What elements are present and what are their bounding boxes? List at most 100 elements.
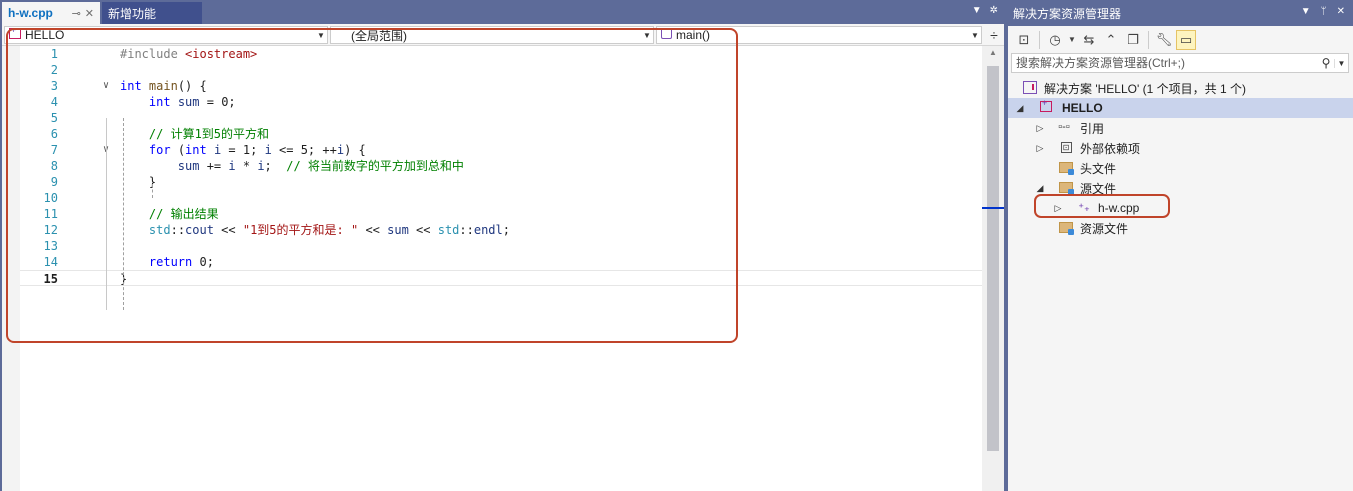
- pin-icon[interactable]: ⊸: [72, 7, 81, 20]
- collapse-all-icon[interactable]: ⌃: [1101, 30, 1121, 50]
- line-number: 9: [50, 175, 58, 189]
- fold-toggle-icon[interactable]: ∨: [100, 78, 112, 94]
- code-token: +=: [199, 159, 229, 173]
- vertical-scrollbar[interactable]: ▲: [982, 46, 1004, 491]
- expand-triangle-icon[interactable]: ▷: [1034, 143, 1046, 154]
- code-line[interactable]: 5: [20, 110, 982, 126]
- sync-icon[interactable]: ⇆: [1079, 30, 1099, 50]
- project-icon: [9, 28, 21, 39]
- title-actions: ▼ ᛘ ✕: [1301, 6, 1345, 17]
- show-all-files-icon[interactable]: ❐: [1123, 30, 1143, 50]
- solution-search-box[interactable]: ⚲ ▼: [1011, 53, 1349, 73]
- code-text: int main() {: [120, 78, 207, 94]
- code-token: i: [264, 143, 272, 157]
- pin-icon[interactable]: ᛘ: [1321, 6, 1327, 17]
- tab-dropdown-icon[interactable]: ▼: [972, 5, 982, 16]
- tab-new-features[interactable]: 新增功能: [102, 2, 202, 24]
- code-token: // 将当前数字的平方加到总和中: [286, 159, 464, 173]
- code-token: <= 5; ++: [271, 143, 337, 157]
- expand-triangle-icon[interactable]: ▷: [1052, 203, 1064, 214]
- code-token: sum: [387, 223, 409, 237]
- tree-file-h-w-cpp[interactable]: ▷ ⁺₊ h-w.cpp: [1008, 198, 1353, 218]
- collapse-triangle-icon[interactable]: ◢: [1014, 103, 1026, 114]
- project-dropdown[interactable]: HELLO ▼: [4, 26, 328, 44]
- indent-guide: [123, 118, 124, 310]
- tab-h-w-cpp[interactable]: h-w.cpp ⊸ ✕: [2, 2, 100, 24]
- close-icon[interactable]: ✕: [1337, 6, 1345, 17]
- code-editor[interactable]: 1 #include <iostream> 2 3 ∨ int main() {4 int…: [2, 46, 982, 491]
- line-number: 11: [43, 207, 58, 221]
- scroll-up-icon[interactable]: ▲: [982, 48, 1004, 57]
- close-icon[interactable]: ✕: [85, 7, 94, 20]
- code-token: }: [120, 175, 157, 189]
- code-line[interactable]: 15}: [20, 270, 982, 286]
- panel-title: 解决方案资源管理器: [1013, 6, 1122, 21]
- code-line[interactable]: 10: [20, 190, 982, 206]
- line-number: 4: [50, 95, 58, 109]
- split-window-icon[interactable]: ÷: [986, 26, 1002, 44]
- tree-references[interactable]: ▷ ▫-▫ 引用: [1008, 118, 1353, 138]
- code-line[interactable]: 6 // 计算1到5的平方和: [20, 126, 982, 142]
- editor-frame: HELLO ▼ (全局范围) ▼ main() ▼ ÷ 1 #include <i…: [2, 24, 1004, 491]
- search-icon[interactable]: ⚲: [1318, 56, 1334, 70]
- tree-external-dependencies[interactable]: ▷ ⊡ 外部依赖项: [1008, 138, 1353, 158]
- tab-label: 新增功能: [108, 6, 157, 21]
- code-line[interactable]: 9 }: [20, 174, 982, 190]
- chevron-down-icon[interactable]: ▼: [1067, 30, 1077, 50]
- line-number: 8: [50, 159, 58, 173]
- solution-explorer-toolbar: ⊡ ◷ ▼ ⇆ ⌃ ❐ 🔧︎ ▭: [1008, 26, 1353, 53]
- dropdown-icon[interactable]: ▼: [1301, 6, 1311, 17]
- chevron-down-icon[interactable]: ▼: [1334, 58, 1348, 68]
- line-number: 13: [43, 239, 58, 253]
- line-number: 14: [43, 255, 58, 269]
- tree-resource-files[interactable]: 资源文件: [1008, 218, 1353, 238]
- code-line[interactable]: 7 ∨ for (int i = 1; i <= 5; ++i) {: [20, 142, 982, 158]
- tree-label: HELLO: [1062, 101, 1103, 115]
- code-text: // 输出结果: [120, 206, 219, 222]
- member-dropdown[interactable]: main() ▼: [656, 26, 982, 44]
- collapse-triangle-icon[interactable]: ◢: [1034, 183, 1046, 194]
- solution-search-input[interactable]: [1012, 56, 1318, 70]
- code-line[interactable]: 12 std::cout << "1到5的平方和是: " << sum << s…: [20, 222, 982, 238]
- expand-triangle-icon[interactable]: ▷: [1034, 123, 1046, 134]
- tree-project-hello[interactable]: ◢ HELLO: [1008, 98, 1353, 118]
- chevron-down-icon[interactable]: ▼: [969, 31, 981, 40]
- document-tab-strip: h-w.cpp ⊸ ✕ 新增功能 ▼ ✲: [0, 0, 1004, 24]
- tree-header-files[interactable]: 头文件: [1008, 158, 1353, 178]
- toolbar-separator: [1148, 30, 1149, 49]
- line-number: 5: [50, 111, 58, 125]
- tree-label: 源文件: [1080, 181, 1117, 196]
- scrollbar-thumb[interactable]: [987, 66, 999, 451]
- tree-label: 解决方案 'HELLO' (1 个项目，共 1 个): [1044, 81, 1246, 96]
- history-icon[interactable]: ◷: [1045, 30, 1065, 50]
- code-line[interactable]: 11 // 输出结果: [20, 206, 982, 222]
- code-line[interactable]: 8 sum += i * i; // 将当前数字的平方加到总和中: [20, 158, 982, 174]
- line-number: 1: [50, 47, 58, 61]
- chevron-down-icon[interactable]: ▼: [641, 31, 653, 40]
- preview-icon[interactable]: ▭: [1176, 29, 1196, 50]
- wrench-icon[interactable]: 🔧︎: [1154, 30, 1174, 50]
- tree-source-files[interactable]: ◢ 源文件: [1008, 178, 1353, 198]
- fold-rail: [106, 118, 107, 310]
- switch-views-icon[interactable]: ⊡: [1014, 30, 1034, 50]
- code-token: int: [120, 79, 142, 93]
- chevron-down-icon[interactable]: ▼: [315, 31, 327, 40]
- selection-margin: [2, 46, 20, 491]
- tree-solution[interactable]: 解决方案 'HELLO' (1 个项目，共 1 个): [1008, 78, 1353, 98]
- code-line[interactable]: 3 ∨ int main() {: [20, 78, 982, 94]
- code-line[interactable]: 4 int sum = 0;: [20, 94, 982, 110]
- gear-icon[interactable]: ✲: [990, 5, 998, 16]
- line-number: 6: [50, 127, 58, 141]
- code-token: for: [148, 143, 171, 157]
- code-line[interactable]: 1 #include <iostream>: [20, 46, 982, 62]
- code-line[interactable]: 13: [20, 238, 982, 254]
- code-line[interactable]: 2: [20, 62, 982, 78]
- scope-dropdown[interactable]: (全局范围) ▼: [330, 26, 654, 44]
- tree-label: h-w.cpp: [1098, 201, 1140, 215]
- code-line[interactable]: 14 return 0;: [20, 254, 982, 270]
